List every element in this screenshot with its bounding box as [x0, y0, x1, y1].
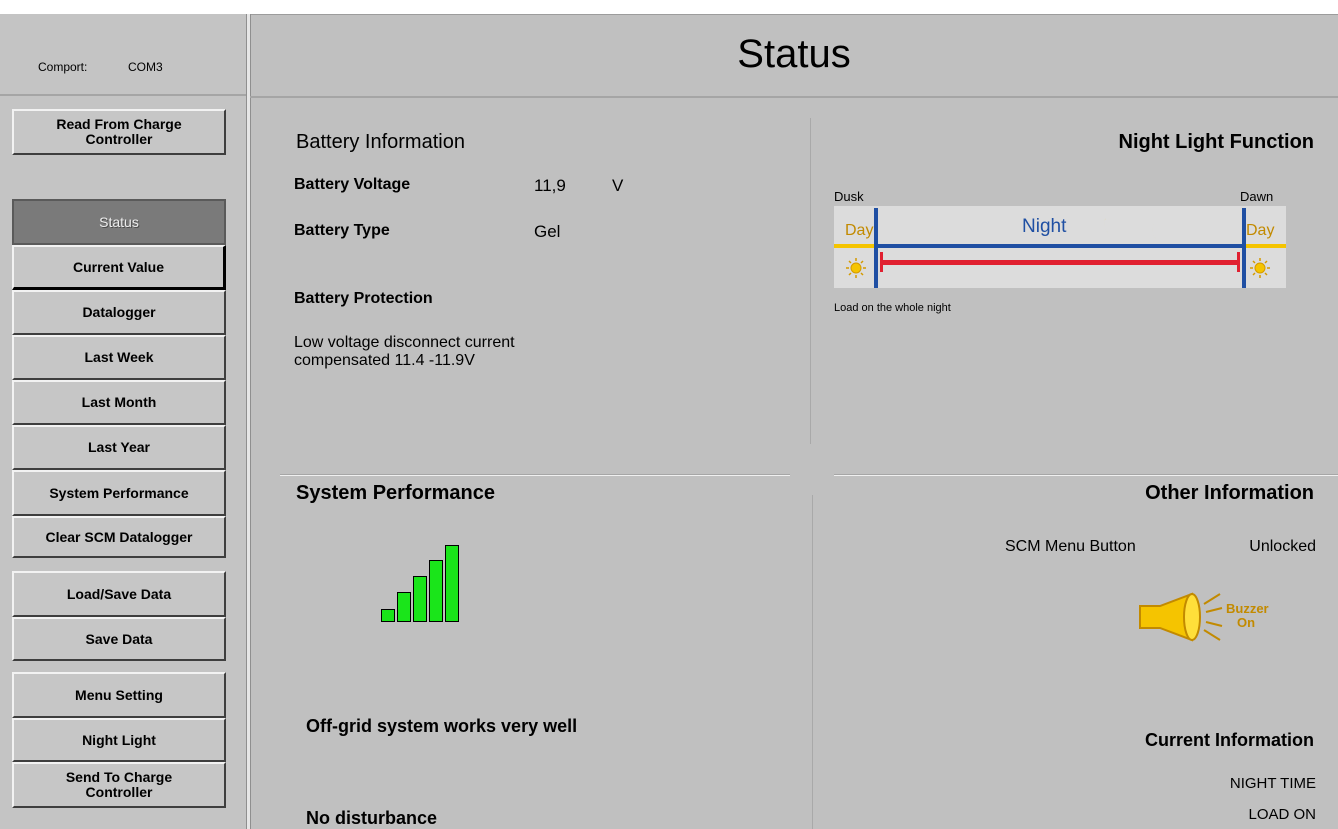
nav-status[interactable]: Status [12, 199, 226, 245]
send-to-charge-controller-button[interactable]: Send To Charge Controller [12, 762, 226, 808]
nav-last-year[interactable]: Last Year [12, 425, 226, 470]
scm-menu-button-label: SCM Menu Button [1005, 538, 1136, 555]
signal-bar-2 [397, 592, 411, 622]
comport-panel: Comport: COM3 [0, 14, 246, 96]
page-title: Status [737, 32, 851, 76]
window-top-edge [0, 0, 1338, 15]
send-button-line-2: Controller [85, 784, 153, 800]
signal-bar-3 [413, 576, 427, 622]
nav-label: Last Week [84, 349, 154, 365]
nav-label: Current Value [72, 258, 165, 275]
day-right-label: Day [1246, 222, 1275, 239]
nav-last-week[interactable]: Last Week [12, 335, 226, 380]
nav-system-performance[interactable]: System Performance [12, 470, 226, 516]
battery-protection-label: Battery Protection [294, 290, 433, 307]
nav-label: System Performance [49, 484, 189, 501]
battery-voltage-label: Battery Voltage [294, 176, 411, 193]
vertical-divider-bottom [812, 495, 813, 829]
protection-line-2: compensated 11.4 -11.9V [294, 352, 475, 369]
scm-menu-button-value: Unlocked [1249, 538, 1316, 555]
buzzer-line-2: On [1236, 615, 1256, 630]
vertical-divider-top [810, 118, 811, 444]
nav-current-value[interactable]: Current Value [12, 245, 226, 290]
disturbance-text: No disturbance [306, 808, 438, 828]
sun-icon-left [846, 258, 866, 278]
sun-icon-right [1250, 258, 1270, 278]
battery-voltage-value: 11,9 [534, 176, 566, 195]
nav-load-save-data[interactable]: Load/Save Data [12, 571, 226, 617]
buzzer-status-text: Buzzer On [1226, 601, 1269, 630]
night-light-caption: Load on the whole night [834, 302, 951, 314]
nav-label: Load/Save Data [66, 585, 172, 602]
signal-bar-4 [429, 560, 443, 622]
nav-datalogger[interactable]: Datalogger [12, 290, 226, 335]
nav-label: Datalogger [82, 304, 156, 320]
sidebar-divider [246, 14, 251, 829]
battery-type-label: Battery Type [294, 222, 390, 239]
performance-status-text: Off-grid system works very well [306, 716, 578, 736]
nav-label: Menu Setting [75, 686, 163, 703]
battery-voltage-unit: V [612, 176, 624, 195]
night-light-diagram: Day Night Day [834, 206, 1286, 288]
current-info-title: Current Information [1145, 730, 1314, 750]
buzzer-line-1: Buzzer [1226, 601, 1269, 616]
nav-label: Last Year [87, 439, 150, 455]
dusk-label: Dusk [834, 189, 864, 204]
day-left-label: Day [845, 222, 874, 239]
read-from-charge-controller-button[interactable]: Read From Charge Controller [12, 109, 226, 155]
protection-line-1: Low voltage disconnect current [294, 334, 515, 351]
nav-save-data[interactable]: Save Data [12, 617, 226, 661]
system-performance-title: System Performance [296, 482, 495, 504]
current-info-line-2: LOAD ON [1248, 806, 1316, 823]
nav-label: Clear SCM Datalogger [45, 528, 193, 545]
nav-label: Save Data [85, 630, 153, 647]
buzzer-icon: Buzzer On [1138, 588, 1288, 652]
nav-label: Night Light [82, 731, 156, 748]
comport-label: Comport: [38, 60, 88, 74]
other-info-title: Other Information [1145, 482, 1314, 504]
horizontal-divider-left [280, 474, 790, 476]
read-button-line-2: Controller [85, 131, 153, 147]
comport-value: COM3 [128, 60, 163, 74]
header: Status [250, 14, 1338, 98]
signal-bar-5 [445, 545, 459, 622]
nav-night-light[interactable]: Night Light [12, 718, 226, 762]
battery-type-value: Gel [534, 222, 561, 241]
nav-label: Status [99, 213, 139, 230]
night-label: Night [1022, 216, 1067, 237]
current-info-line-1: NIGHT TIME [1229, 775, 1316, 792]
nav-menu-setting[interactable]: Menu Setting [12, 672, 226, 718]
signal-bar-1 [381, 609, 395, 622]
battery-protection-text: Low voltage disconnect current compensat… [294, 334, 515, 370]
horizontal-divider-right [834, 474, 1338, 476]
battery-info-title: Battery Information [296, 131, 465, 153]
nav-label: Last Month [81, 394, 157, 410]
send-button-line-1: Send To Charge [65, 769, 173, 785]
read-button-line-1: Read From Charge [56, 116, 182, 132]
dawn-label: Dawn [1240, 189, 1274, 204]
night-light-title: Night Light Function [1118, 131, 1315, 153]
nav-last-month[interactable]: Last Month [12, 380, 226, 425]
signal-strength-icon [381, 544, 461, 624]
nav-clear-scm-datalogger[interactable]: Clear SCM Datalogger [12, 516, 226, 558]
